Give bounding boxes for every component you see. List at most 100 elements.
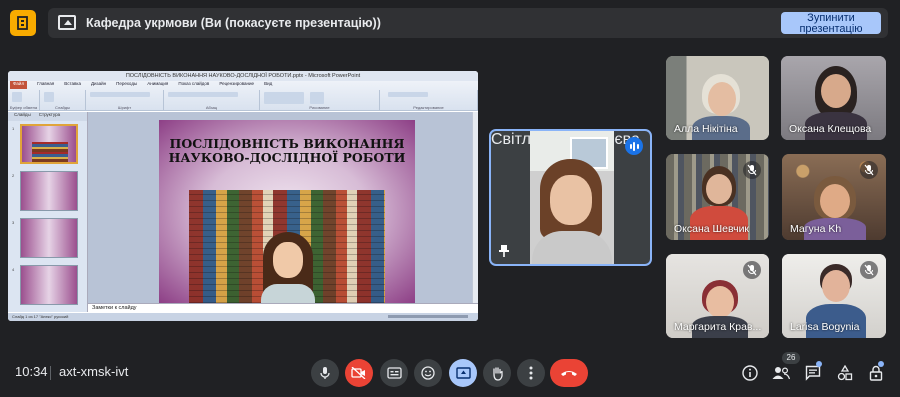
slide-thumbnail[interactable]: 3 [12, 218, 84, 260]
emoji-icon [421, 366, 435, 380]
ribbon-group-label: Редактирование [413, 105, 444, 110]
slide-editing-area[interactable]: ПОСЛІДОВНІСТЬ ВИКОНАННЯ НАУКОВО-ДОСЛІДНО… [88, 112, 478, 303]
participant-tile[interactable]: Оксана Шевчик [666, 154, 769, 240]
pin-icon[interactable] [499, 245, 509, 257]
girl-image [257, 232, 319, 303]
mic-off-icon [860, 161, 878, 179]
ribbon-group-editing: Редактирование [380, 90, 478, 110]
more-options-icon [529, 366, 533, 380]
zoom-slider[interactable] [388, 315, 468, 318]
emoji-button[interactable] [414, 359, 442, 387]
ribbon-tab-design[interactable]: Дизайн [91, 81, 106, 89]
activities-button[interactable] [834, 362, 856, 384]
status-text: Слайд 1 из 17 "Апекс" русский [12, 314, 69, 319]
raise-hand-button[interactable] [483, 359, 511, 387]
participant-name: Алла Нікітіна [674, 123, 738, 135]
powerpoint-status-bar: Слайд 1 из 17 "Апекс" русский [8, 313, 478, 321]
camera-off-icon [351, 367, 366, 379]
slide-number: 3 [12, 220, 15, 225]
new-slide-icon[interactable] [44, 92, 54, 102]
shared-screen-tile[interactable]: ПОСЛІДОВНІСТЬ ВИКОНАННЯ НАУКОВО-ДОСЛІДНО… [8, 71, 478, 321]
slide-thumbnail[interactable]: 1 [12, 124, 84, 166]
ribbon-group-paragraph: Абзац [164, 90, 260, 110]
paragraph-controls[interactable] [168, 92, 238, 97]
more-options-button[interactable] [517, 359, 545, 387]
speaking-indicator-icon [625, 137, 643, 155]
ribbon-group-drawing: Рисование [260, 90, 380, 110]
microphone-button[interactable] [311, 359, 339, 387]
tab-outline[interactable]: Структура [39, 112, 60, 121]
powerpoint-window-title: ПОСЛІДОВНІСТЬ ВИКОНАННЯ НАУКОВО-ДОСЛІДНО… [8, 71, 478, 81]
slide-notes[interactable]: Заметки к слайду [88, 303, 478, 313]
raise-hand-icon [492, 366, 503, 381]
ribbon-group-label: Рисование [309, 105, 330, 110]
speaker-video [530, 131, 614, 264]
arrange-icon[interactable] [310, 92, 324, 104]
host-controls-dot [878, 361, 884, 367]
ribbon-tab-review[interactable]: Рецензирование [219, 81, 254, 89]
ribbon-tab-insert[interactable]: Вставка [64, 81, 81, 89]
find-replace[interactable] [388, 92, 428, 97]
app-logo-icon[interactable] [10, 10, 36, 36]
shapes-gallery[interactable] [264, 92, 304, 104]
ribbon-tabs: Файл Главная Вставка Дизайн Переходы Ани… [10, 81, 272, 89]
slide-thumbnail-image [20, 218, 78, 258]
vertical-scrollbar[interactable] [472, 112, 478, 303]
ribbon-tab-transitions[interactable]: Переходы [116, 81, 137, 89]
ribbon-group-slides: Слайды [40, 90, 86, 110]
meeting-details-icon [742, 365, 758, 381]
mic-off-icon [743, 161, 761, 179]
ribbon-tab-home[interactable]: Главная [37, 81, 54, 89]
meeting-code: axt-xmsk-ivt [59, 364, 129, 379]
presenting-banner-title: Кафедра укрмови (Ви (покасуєте презентац… [86, 16, 381, 30]
slide-thumbnail[interactable]: 4 [12, 265, 84, 307]
slide-thumbnail-image [20, 171, 78, 211]
participant-tile[interactable]: Алла Нікітіна [666, 56, 769, 140]
participant-tile[interactable]: Маргарита Крав... [666, 254, 769, 338]
present-screen-icon [58, 15, 76, 30]
closed-captions-icon [386, 367, 402, 379]
ribbon-groups: Буфер обмена Слайды Шрифт Абзац Рисовани… [8, 90, 478, 110]
meeting-details-button[interactable] [739, 362, 761, 384]
ribbon-tab-animations[interactable]: Анимация [147, 81, 168, 89]
end-call-button[interactable] [550, 359, 588, 387]
participant-name: Оксана Шевчик [674, 223, 750, 235]
captions-button[interactable] [380, 359, 408, 387]
stop-presenting-button[interactable]: Зупинити презентацію [781, 12, 881, 34]
camera-button[interactable] [345, 359, 373, 387]
slide-thumbnail[interactable]: 2 [12, 171, 84, 213]
ribbon-group-label: Абзац [205, 105, 218, 110]
participant-tile[interactable]: Магуна Kh [782, 154, 886, 240]
chat-icon [805, 365, 821, 381]
participant-tile[interactable]: Larisa Bogynia [782, 254, 886, 338]
tab-slides[interactable]: Слайды [14, 112, 31, 121]
ribbon-group-label: Буфер обмена [9, 105, 38, 110]
ribbon-tab-view[interactable]: Вид [264, 81, 272, 89]
divider [50, 366, 51, 380]
people-icon [772, 367, 790, 380]
host-controls-icon [869, 365, 883, 381]
ribbon-tab-slideshow[interactable]: Показ слайдов [178, 81, 209, 89]
slide-thumbnail-image [20, 124, 78, 164]
ribbon-group-label: Слайды [55, 105, 70, 110]
slide-thumbnail-image [20, 265, 78, 305]
people-button[interactable] [770, 362, 792, 384]
microphone-icon [320, 367, 330, 379]
mic-off-icon [743, 261, 761, 279]
participant-name: Larisa Bogynia [790, 321, 860, 333]
ribbon-tab-file[interactable]: Файл [10, 81, 28, 89]
present-button[interactable] [449, 359, 477, 387]
ribbon-group-label: Шрифт [117, 105, 132, 110]
speaker-tile[interactable]: Світлана Негодяєва [489, 129, 652, 266]
powerpoint-ribbon: Файл Главная Вставка Дизайн Переходы Ани… [8, 81, 478, 111]
slide-title: ПОСЛІДОВНІСТЬ ВИКОНАННЯ НАУКОВО-ДОСЛІДНО… [168, 136, 406, 165]
slides-panel: Слайды Структура 1 2 3 4 [8, 112, 88, 312]
mic-off-icon [860, 261, 878, 279]
paste-icon[interactable] [12, 92, 22, 102]
participant-tile[interactable]: Оксана Клещова [781, 56, 886, 140]
ribbon-group-font: Шрифт [86, 90, 164, 110]
activities-icon [837, 365, 853, 381]
slides-panel-tabs: Слайды Структура [8, 112, 87, 121]
present-screen-icon [455, 367, 471, 379]
font-selector[interactable] [90, 92, 150, 97]
